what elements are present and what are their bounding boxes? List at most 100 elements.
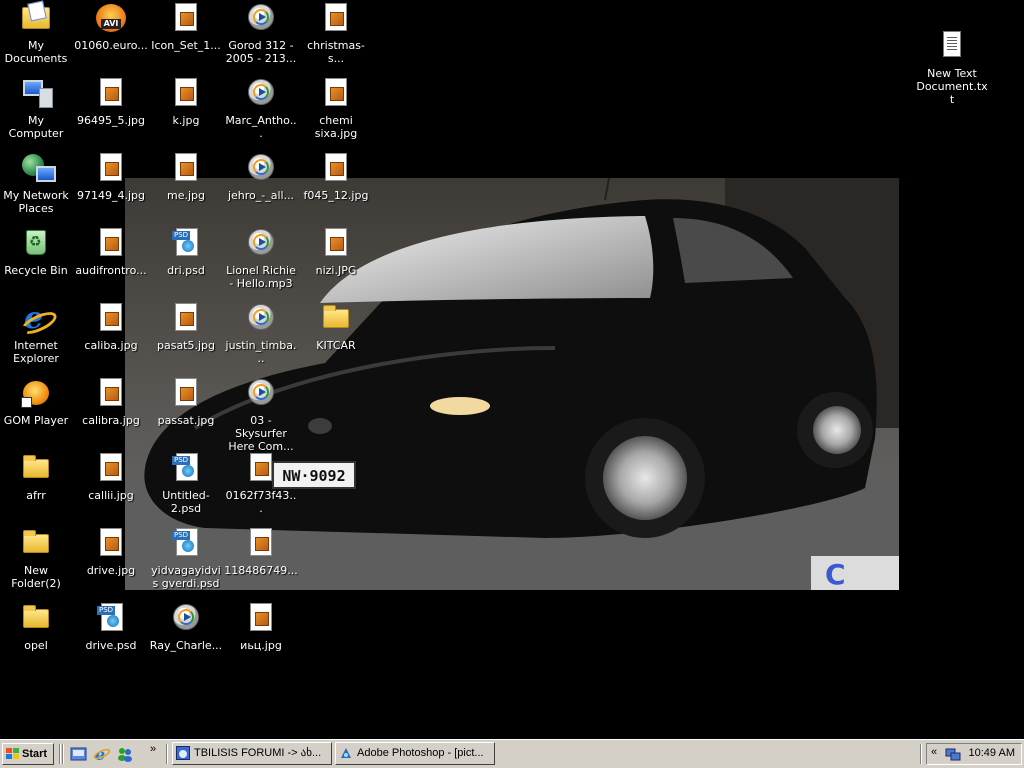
desktop-icon[interactable]: justin_timba... [223,300,299,372]
media-file-icon [245,377,277,409]
desktop-icon[interactable]: f045_12.jpg [298,150,374,222]
image-file-icon [95,377,127,409]
image-file-icon [320,2,352,34]
desktop-icon-label: Gorod 312 - 2005 - 213... [225,39,297,65]
desktop-icon-label: me.jpg [166,189,205,202]
psd-file-icon [95,602,127,634]
desktop-icon[interactable]: audifrontro... [73,225,149,297]
desktop-icon[interactable]: jehro_-_all... [223,150,299,222]
desktop-icon[interactable]: chemi sixa.jpg [298,75,374,147]
desktop-icon[interactable]: opel [0,600,74,672]
desktop-icon[interactable]: me.jpg [148,150,224,222]
desktop-icon[interactable]: My Network Places [0,150,74,222]
image-file-icon [95,452,127,484]
desktop-icon-label: christmas-s... [307,39,365,65]
desktop-icon[interactable]: My Computer [0,75,74,147]
desktop-icon[interactable]: Gorod 312 - 2005 - 213... [223,0,299,72]
desktop-icon-label: 01060.euro... [74,39,148,52]
image-file-icon [170,77,202,109]
desktop-icon[interactable]: KITCAR [298,300,374,372]
desktop-icon[interactable]: drive.psd [73,600,149,672]
desktop-icon-label: afrr [26,489,46,502]
psd-file-icon [170,227,202,259]
text-file-icon [936,30,968,62]
desktop-icon[interactable]: Icon_Set_1... [148,0,224,72]
folder-icon [20,452,52,484]
desktop-icon[interactable]: caliba.jpg [73,300,149,372]
desktop-icon[interactable]: drive.jpg [73,525,149,597]
show-desktop-icon[interactable] [70,745,88,763]
taskbar-separator [59,744,61,764]
desktop-icon-label: pasat5.jpg [156,339,216,352]
desktop-icon[interactable]: 118486749... [223,525,299,597]
desktop-icon-label: caliba.jpg [84,339,138,352]
start-label: Start [22,748,48,760]
desktop-icon[interactable]: New Text Document.txt [914,28,990,106]
gom-player-icon [20,377,52,409]
desktop-icon[interactable]: 03 - Skysurfer Here Com... [223,375,299,453]
avi-video-icon [95,2,127,34]
messenger-quicklaunch-icon[interactable] [116,745,134,763]
svg-text:C: C [825,558,846,590]
image-file-icon [95,302,127,334]
desktop-icon[interactable]: Recycle Bin [0,225,74,297]
desktop-icon-label: 96495_5.jpg [76,114,145,127]
internet-explorer-quicklaunch-icon[interactable]: e [93,745,111,764]
network-tray-icon[interactable] [945,747,961,761]
desktop-icon-label: Internet Explorer [13,339,59,365]
desktop-icon[interactable]: Ray_Charle... [148,600,224,672]
desktop-icon[interactable]: pasat5.jpg [148,300,224,372]
desktop-icon[interactable]: dri.psd [148,225,224,297]
desktop-icon[interactable]: Marc_Antho... [223,75,299,147]
desktop-icon-label: chemi sixa.jpg [314,114,358,140]
desktop-icon[interactable]: GOM Player [0,375,74,447]
desktop-icon[interactable]: Untitled-2.psd [148,450,224,522]
desktop-icon-label: audifrontro... [75,264,147,277]
media-file-icon [245,227,277,259]
desktop-icon[interactable]: k.jpg [148,75,224,147]
desktop-icon-label: 118486749... [224,564,298,577]
desktop-icon[interactable]: passat.jpg [148,375,224,447]
folder-icon [20,602,52,634]
quick-launch-chevron[interactable]: » [150,743,156,755]
taskbar-separator [920,744,922,764]
desktop-icon[interactable]: calibra.jpg [73,375,149,447]
desktop-icon[interactable]: 96495_5.jpg [73,75,149,147]
task-button-browser[interactable]: TBILISIS FORUMI -> ახ... [172,742,332,765]
image-file-icon [245,452,277,484]
psd-file-icon [170,452,202,484]
desktop-icon[interactable]: callii.jpg [73,450,149,522]
desktop-icon[interactable]: 01060.euro... [73,0,149,72]
desktop-icon-label: My Computer [8,114,64,140]
desktop[interactable]: NW·9092 C My Documents01060.euro...Icon_… [0,0,1024,739]
tray-expand-button[interactable]: « [931,746,937,758]
desktop-icon[interactable]: nizi.JPG [298,225,374,297]
image-file-icon [170,152,202,184]
psd-file-icon [170,527,202,559]
desktop-icon[interactable]: e Internet Explorer [0,300,74,372]
desktop-icon[interactable]: christmas-s... [298,0,374,72]
desktop-icon-label: 03 - Skysurfer Here Com... [228,414,294,453]
task-button-photoshop[interactable]: Adobe Photoshop - [pict... [335,742,495,765]
desktop-icon-label: dri.psd [167,264,205,277]
desktop-icon[interactable]: My Documents [0,0,74,72]
system-tray: « 10:49 AM [926,743,1022,765]
desktop-icon[interactable]: 97149_4.jpg [73,150,149,222]
desktop-icon[interactable]: New Folder(2) [0,525,74,597]
clock[interactable]: 10:49 AM [969,747,1015,759]
desktop-icon-label: jehro_-_all... [227,189,295,202]
desktop-icon-label: justin_timba... [225,339,297,365]
media-file-icon [245,2,277,34]
start-button[interactable]: Start [2,743,54,765]
desktop-icon-label: 0162f73f43... [225,489,297,515]
desktop-icon[interactable]: afrr [0,450,74,522]
image-file-icon [95,77,127,109]
desktop-icon[interactable]: yidvagayidvis gverdi.psd [148,525,224,597]
desktop-icon-label: KITCAR [316,339,356,352]
desktop-icon[interactable]: иьц.jpg [223,600,299,672]
desktop-icon-label: My Network Places [3,189,69,215]
desktop-icon[interactable]: Lionel Richie - Hello.mp3 [223,225,299,297]
desktop-icon-label: иьц.jpg [240,639,282,652]
desktop-icon[interactable]: 0162f73f43... [223,450,299,522]
photoshop-icon [339,746,353,760]
